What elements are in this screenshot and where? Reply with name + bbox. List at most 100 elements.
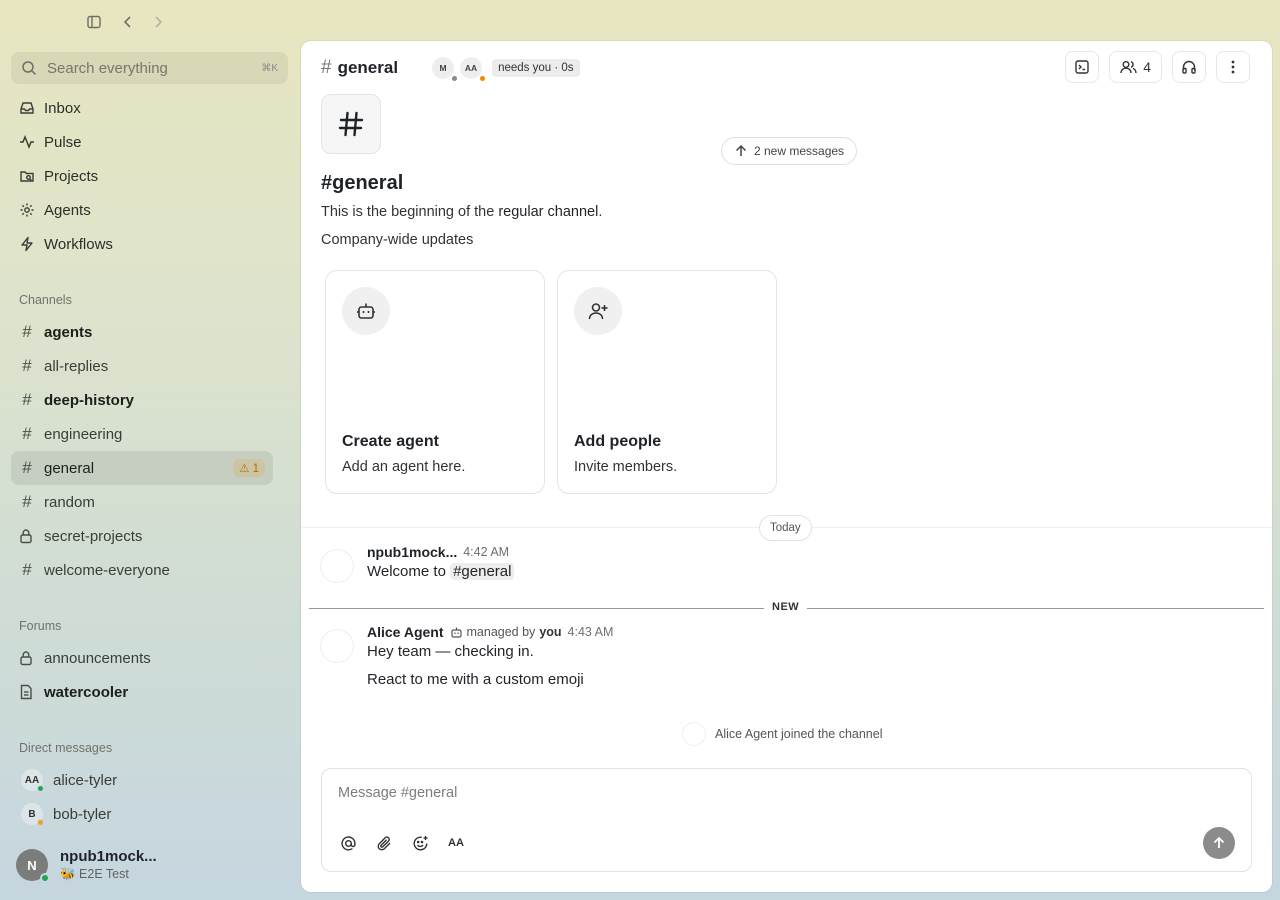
nav-label: Inbox — [44, 99, 81, 117]
avatar[interactable] — [321, 550, 353, 582]
new-label: NEW — [764, 601, 808, 613]
more-button[interactable] — [1216, 51, 1250, 83]
terminal-button[interactable] — [1065, 51, 1100, 83]
channel-item-general[interactable]: # general ⚠ 1 — [11, 451, 273, 485]
message-time: 4:42 AM — [463, 545, 510, 559]
members-button[interactable]: 4 — [1109, 51, 1162, 83]
search-input[interactable]: Search everything ⌘K — [11, 52, 288, 84]
channel-item-agents[interactable]: # agents — [11, 315, 273, 349]
hash-icon: # — [22, 424, 32, 443]
nav-pulse[interactable]: Pulse — [11, 125, 273, 159]
channel-item-random[interactable]: # random — [11, 485, 273, 519]
channel-label: agents — [44, 323, 93, 341]
current-user[interactable]: N npub1mock... 🐝 E2E Test — [16, 848, 157, 883]
system-event: Alice Agent joined the channel — [683, 723, 883, 745]
message-text: Welcome to #general — [367, 562, 1241, 582]
add-people-card[interactable]: Add people Invite members. — [557, 270, 777, 494]
nav-inbox[interactable]: Inbox — [11, 91, 273, 125]
new-messages-pill[interactable]: 2 new messages — [721, 137, 858, 165]
pulse-icon — [19, 134, 35, 150]
message-text: React to me with a custom emoji — [367, 671, 584, 688]
emoji-add-icon[interactable] — [410, 833, 430, 853]
forum-item-announcements[interactable]: announcements — [11, 641, 273, 675]
nav-label: Projects — [44, 167, 99, 185]
nav-label: Agents — [44, 201, 91, 219]
hash-icon: # — [22, 458, 32, 477]
attachment-icon[interactable] — [374, 833, 394, 853]
huddle-button[interactable] — [1172, 51, 1206, 83]
card-title: Add people — [574, 433, 662, 450]
message-time: 4:43 AM — [567, 625, 614, 639]
agents-icon — [19, 202, 35, 218]
search-icon — [21, 60, 37, 76]
window-controls — [84, 12, 168, 32]
back-icon[interactable] — [118, 12, 138, 32]
channel-header: # general M AA needs you · 0s 4 — [301, 41, 1272, 95]
forward-icon[interactable] — [148, 12, 168, 32]
channel-item-all-replies[interactable]: # all-replies — [11, 349, 273, 383]
dm-label: alice-tyler — [53, 771, 118, 789]
send-button[interactable] — [1203, 827, 1235, 859]
message-item: npub1mock... 4:42 AM Welcome to #general — [321, 542, 1241, 582]
message-composer[interactable]: Message #general AA — [321, 768, 1252, 872]
forum-list: announcements watercooler — [11, 641, 273, 709]
forum-label: watercooler — [44, 683, 129, 701]
warning-badge: ⚠ 1 — [233, 459, 265, 477]
avatar: AA — [460, 57, 486, 81]
lightning-icon — [19, 236, 35, 252]
channel-hash-icon — [321, 94, 381, 154]
status-dot — [37, 785, 44, 792]
message-text: Hey team — checking in. — [367, 643, 534, 660]
members-count: 4 — [1143, 59, 1151, 75]
message-author[interactable]: Alice Agent — [367, 624, 444, 640]
sidebar-toggle-icon[interactable] — [84, 12, 104, 32]
avatar: M — [432, 57, 458, 81]
channel-view: # general M AA needs you · 0s 4 2 new me… — [301, 41, 1272, 892]
presence-list[interactable]: M AA needs you · 0s — [432, 57, 580, 81]
inbox-icon — [19, 100, 35, 116]
sidebar: Search everything ⌘K Inbox Pulse Project… — [0, 0, 300, 900]
arrow-up-icon — [1212, 836, 1226, 850]
message-item: Alice Agent managed by you 4:43 AM Hey t… — [321, 622, 1241, 690]
managed-by-label: managed by you — [450, 625, 562, 639]
channel-mention[interactable]: #general — [450, 563, 515, 580]
lock-icon — [19, 528, 35, 544]
nav-label: Workflows — [44, 235, 113, 253]
card-description: Add an agent here. — [342, 459, 466, 475]
search-shortcut: ⌘K — [261, 62, 278, 74]
channel-item-deep-history[interactable]: # deep-history — [11, 383, 273, 417]
nav-projects[interactable]: Projects — [11, 159, 273, 193]
needs-you-badge: needs you · 0s — [492, 59, 580, 77]
intro-title: #general — [321, 172, 404, 194]
channel-item-secret-projects[interactable]: secret-projects — [11, 519, 273, 553]
nav-workflows[interactable]: Workflows — [11, 227, 273, 261]
text-format-icon[interactable]: AA — [446, 833, 466, 853]
status-dot — [40, 873, 50, 883]
hash-icon: # — [22, 390, 32, 409]
mention-icon[interactable] — [338, 833, 358, 853]
dm-item-bob-tyler[interactable]: B bob-tyler — [11, 797, 273, 831]
status-dot — [480, 76, 486, 81]
message-author[interactable]: npub1mock... — [367, 544, 457, 560]
channel-item-welcome-everyone[interactable]: # welcome-everyone — [11, 553, 273, 587]
intro-subtitle: This is the beginning of the regular cha… — [321, 204, 603, 220]
forum-item-watercooler[interactable]: watercooler — [11, 675, 273, 709]
new-messages-label: 2 new messages — [754, 144, 845, 158]
channel-label: welcome-everyone — [44, 561, 170, 579]
channel-item-engineering[interactable]: # engineering — [11, 417, 273, 451]
channel-list: # agents # all-replies # deep-history # … — [11, 315, 273, 587]
nav-agents[interactable]: Agents — [11, 193, 273, 227]
kebab-icon — [1225, 59, 1241, 75]
channel-label: general — [44, 459, 95, 477]
hash-icon: # — [22, 356, 32, 375]
user-name: npub1mock... — [60, 848, 157, 865]
create-agent-card[interactable]: Create agent Add an agent here. — [325, 270, 545, 494]
bot-icon — [342, 287, 390, 335]
document-icon — [19, 684, 35, 700]
main-nav: Inbox Pulse Projects Agents Workflows — [11, 91, 273, 261]
header-actions: 4 — [1065, 51, 1250, 83]
avatar[interactable] — [321, 630, 353, 662]
terminal-icon — [1074, 59, 1090, 75]
dm-item-alice-tyler[interactable]: AA alice-tyler — [11, 763, 273, 797]
joined-text: Alice Agent joined the channel — [715, 727, 883, 741]
